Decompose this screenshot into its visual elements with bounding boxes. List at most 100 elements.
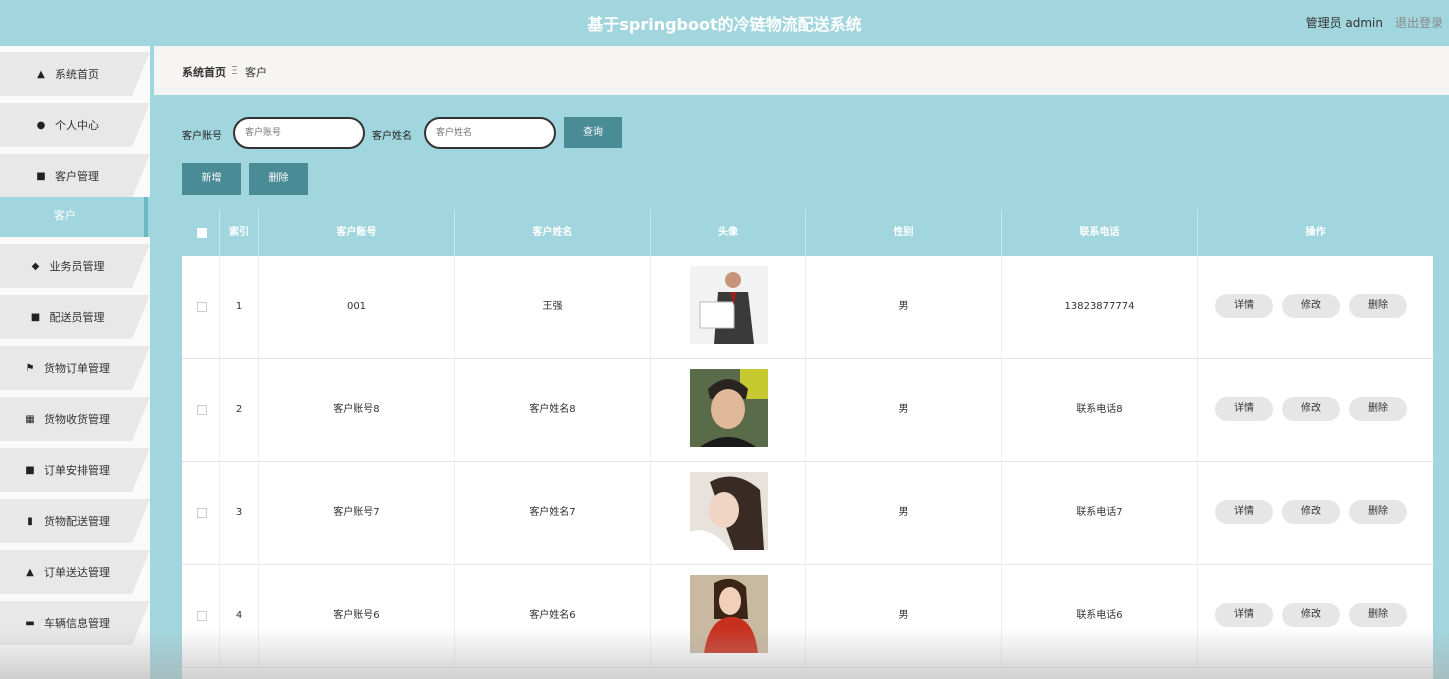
row-select-cell xyxy=(182,359,220,461)
col-avatar[interactable]: 头像 xyxy=(651,210,806,256)
delete-button[interactable]: 删除 xyxy=(1349,294,1407,318)
cell-index: 3 xyxy=(220,462,259,564)
row-select-cell xyxy=(182,565,220,667)
row-checkbox[interactable] xyxy=(197,302,207,312)
cell-gender: 男 xyxy=(806,359,1002,461)
detail-button[interactable]: 详情 xyxy=(1215,294,1273,318)
cell-index: 1 xyxy=(220,256,259,358)
sidebar-item-label: 个人中心 xyxy=(55,119,99,132)
name-search-input[interactable] xyxy=(424,117,556,149)
row-checkbox[interactable] xyxy=(197,611,207,621)
table-row: 2 客户账号8 客户姓名8 男 联系电话8 详情 修改 删除 xyxy=(182,359,1433,462)
row-select-cell xyxy=(182,256,220,358)
sidebar-item-label: 货物配送管理 xyxy=(44,515,110,528)
sidebar-item-customer-mgmt[interactable]: ■ 客户管理 xyxy=(0,154,150,198)
sidebar-item-goods-order-mgmt[interactable]: ⚑ 货物订单管理 xyxy=(0,346,150,390)
detail-button[interactable]: 详情 xyxy=(1215,500,1273,524)
bar-chart-icon: ▮ xyxy=(27,515,33,527)
query-button[interactable]: 查询 xyxy=(564,117,622,148)
cell-phone: 联系电话8 xyxy=(1002,359,1198,461)
breadcrumb-home[interactable]: 系统首页 xyxy=(182,64,226,80)
sidebar-item-label: 货物收货管理 xyxy=(44,413,110,426)
grid-icon: ▦ xyxy=(25,413,35,425)
cell-avatar xyxy=(651,359,806,461)
sidebar-item-label: 系统首页 xyxy=(55,68,99,81)
cell-account: 客户账号6 xyxy=(259,565,455,667)
col-actions: 操作 xyxy=(1305,227,1326,238)
top-header: 基于springboot的冷链物流配送系统 管理员 admin 退出登录 xyxy=(0,0,1449,46)
cell-account: 客户账号8 xyxy=(259,359,455,461)
sidebar-item-profile[interactable]: ● 个人中心 xyxy=(0,103,150,147)
sidebar-item-order-arrange-mgmt[interactable]: ■ 订单安排管理 xyxy=(0,448,150,492)
sidebar-item-goods-delivery-mgmt[interactable]: ▮ 货物配送管理 xyxy=(0,499,150,543)
cell-avatar xyxy=(651,462,806,564)
row-checkbox[interactable] xyxy=(197,405,207,415)
cell-gender: 男 xyxy=(806,462,1002,564)
edit-button[interactable]: 修改 xyxy=(1282,500,1340,524)
sidebar-item-order-delivered-mgmt[interactable]: ▲ 订单送达管理 xyxy=(0,550,150,594)
cell-phone: 13823877774 xyxy=(1002,256,1198,358)
sidebar-item-courier-mgmt[interactable]: ■ 配送员管理 xyxy=(0,295,150,339)
breadcrumb-separator: Ξ xyxy=(231,64,238,77)
cell-actions: 详情 修改 删除 xyxy=(1198,462,1433,564)
detail-button[interactable]: 详情 xyxy=(1215,397,1273,421)
sidebar-subitem-label: 客户 xyxy=(54,209,76,222)
sidebar-item-label: 客户管理 xyxy=(55,170,99,183)
col-phone[interactable]: 联系电话 xyxy=(1002,210,1198,256)
cell-avatar xyxy=(651,256,806,358)
cell-account: 客户账号7 xyxy=(259,462,455,564)
app-title: 基于springboot的冷链物流配送系统 xyxy=(587,15,862,34)
sidebar-item-label: 货物订单管理 xyxy=(44,362,110,375)
col-gender[interactable]: 性别 xyxy=(806,210,1002,256)
select-all-checkbox[interactable] xyxy=(197,228,207,238)
table-row: 3 客户账号7 客户姓名7 男 联系电话7 详情 修改 删除 xyxy=(182,462,1433,565)
sidebar-subitem-customer[interactable]: 客户 xyxy=(0,197,150,237)
col-name[interactable]: 客户姓名 xyxy=(455,210,651,256)
printer-icon: ▬ xyxy=(25,617,35,629)
batch-delete-button[interactable]: 删除 xyxy=(249,163,308,195)
sidebar-item-home[interactable]: ▲ 系统首页 xyxy=(0,52,150,96)
sidebar-item-label: 订单送达管理 xyxy=(44,566,110,579)
cell-phone: 联系电话7 xyxy=(1002,462,1198,564)
cell-phone: 联系电话6 xyxy=(1002,565,1198,667)
cell-account: 001 xyxy=(259,256,455,358)
col-account[interactable]: 客户账号 xyxy=(259,210,455,256)
col-index: 索引 xyxy=(220,210,259,256)
delete-button[interactable]: 删除 xyxy=(1349,397,1407,421)
avatar-young-man-image xyxy=(690,369,768,447)
detail-button[interactable]: 详情 xyxy=(1215,603,1273,627)
cell-index: 4 xyxy=(220,565,259,667)
cell-name: 客户姓名8 xyxy=(455,359,651,461)
cell-avatar xyxy=(651,565,806,667)
table-row: 4 客户账号6 客户姓名6 男 联系电话6 详情 修改 删除 xyxy=(182,565,1433,668)
add-button[interactable]: 新增 xyxy=(182,163,241,195)
table-row: 1 001 王强 男 13823877774 详情 修改 删除 xyxy=(182,256,1433,359)
edit-button[interactable]: 修改 xyxy=(1282,397,1340,421)
sidebar-item-goods-receipt-mgmt[interactable]: ▦ 货物收货管理 xyxy=(0,397,150,441)
sidebar-item-salesman-mgmt[interactable]: ◆ 业务员管理 xyxy=(0,244,150,288)
breadcrumb-current: 客户 xyxy=(245,66,267,79)
delete-button[interactable]: 删除 xyxy=(1349,603,1407,627)
admin-user-label: 管理员 admin xyxy=(1305,16,1383,30)
cell-gender: 男 xyxy=(806,256,1002,358)
clipboard-icon: ■ xyxy=(36,170,46,182)
edit-button[interactable]: 修改 xyxy=(1282,603,1340,627)
name-label: 客户姓名 xyxy=(372,131,412,142)
sidebar-item-label: 配送员管理 xyxy=(49,311,105,324)
row-select-cell xyxy=(182,462,220,564)
clipboard-icon: ■ xyxy=(25,464,35,476)
cell-index: 2 xyxy=(220,359,259,461)
sidebar-item-label: 订单安排管理 xyxy=(44,464,110,477)
logout-link[interactable]: 退出登录 xyxy=(1395,14,1443,31)
edit-button[interactable]: 修改 xyxy=(1282,294,1340,318)
customer-table: 索引 客户账号 客户姓名 头像 性别 联系电话 操作 1 001 王强 男 13… xyxy=(182,210,1433,679)
row-checkbox[interactable] xyxy=(197,508,207,518)
clipboard-list-icon: ■ xyxy=(30,311,41,323)
account-label: 客户账号 xyxy=(182,131,222,142)
main-panel: 客户账号 客户姓名 查询 新增 删除 索引 客户账号 客户姓名 头像 性别 联系… xyxy=(154,95,1449,679)
sidebar-item-vehicle-mgmt[interactable]: ▬ 车辆信息管理 xyxy=(0,601,150,645)
avatar-woman-red-dress-image xyxy=(690,575,768,653)
cell-actions: 详情 修改 删除 xyxy=(1198,359,1433,461)
account-search-input[interactable] xyxy=(233,117,365,149)
delete-button[interactable]: 删除 xyxy=(1349,500,1407,524)
